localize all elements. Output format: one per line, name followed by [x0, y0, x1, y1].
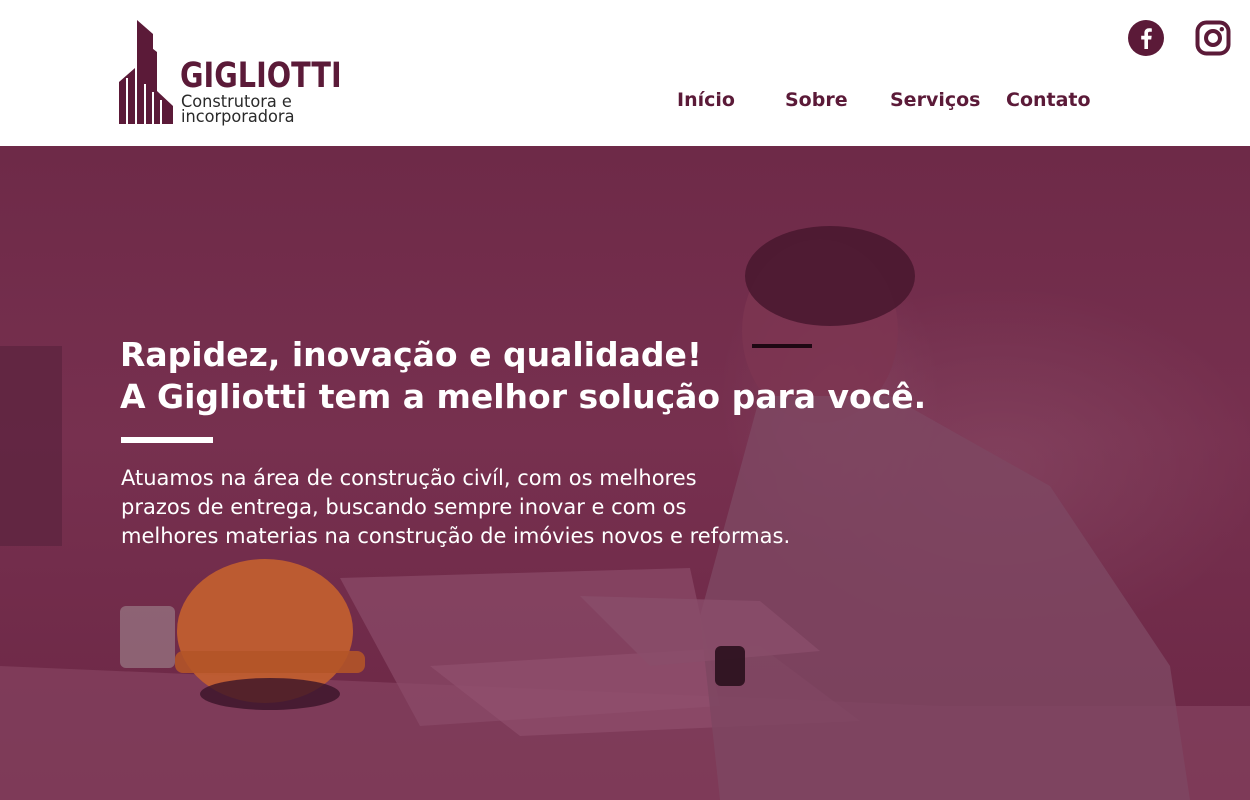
hero-banner: Rapidez, inovação e qualidade! A Gigliot…	[0, 146, 1250, 800]
hero-description-line3: melhores materias na construção de imóvi…	[121, 524, 791, 548]
nav-sobre[interactable]: Sobre	[785, 87, 848, 113]
hero-description-line1: Atuamos na área de construção civíl, com…	[121, 466, 697, 490]
hero-heading-line1: Rapidez, inovação e qualidade!	[120, 335, 702, 374]
brand-subtitle: Construtora e incorporadora	[181, 94, 295, 127]
site-header: GIGLIOTTI Construtora e incorporadora In…	[0, 0, 1250, 146]
logo[interactable]: GIGLIOTTI Construtora e incorporadora	[117, 20, 342, 130]
hero-heading: Rapidez, inovação e qualidade! A Gigliot…	[120, 334, 1020, 418]
hero-description-line2: prazos de entrega, buscando sempre inova…	[121, 495, 687, 519]
hero-description: Atuamos na área de construção civíl, com…	[121, 464, 921, 551]
instagram-icon[interactable]	[1195, 20, 1231, 56]
hero-heading-line2: A Gigliotti tem a melhor solução para vo…	[120, 377, 927, 416]
hero-divider	[121, 437, 213, 443]
nav-contato[interactable]: Contato	[1006, 87, 1091, 113]
nav-inicio[interactable]: Início	[677, 87, 735, 113]
nav-servicos[interactable]: Serviços	[890, 87, 980, 113]
building-logo-icon	[119, 20, 173, 124]
brand-subtitle-line2: incorporadora	[181, 107, 295, 127]
facebook-icon[interactable]	[1128, 20, 1164, 56]
brand-name: GIGLIOTTI	[180, 56, 342, 96]
